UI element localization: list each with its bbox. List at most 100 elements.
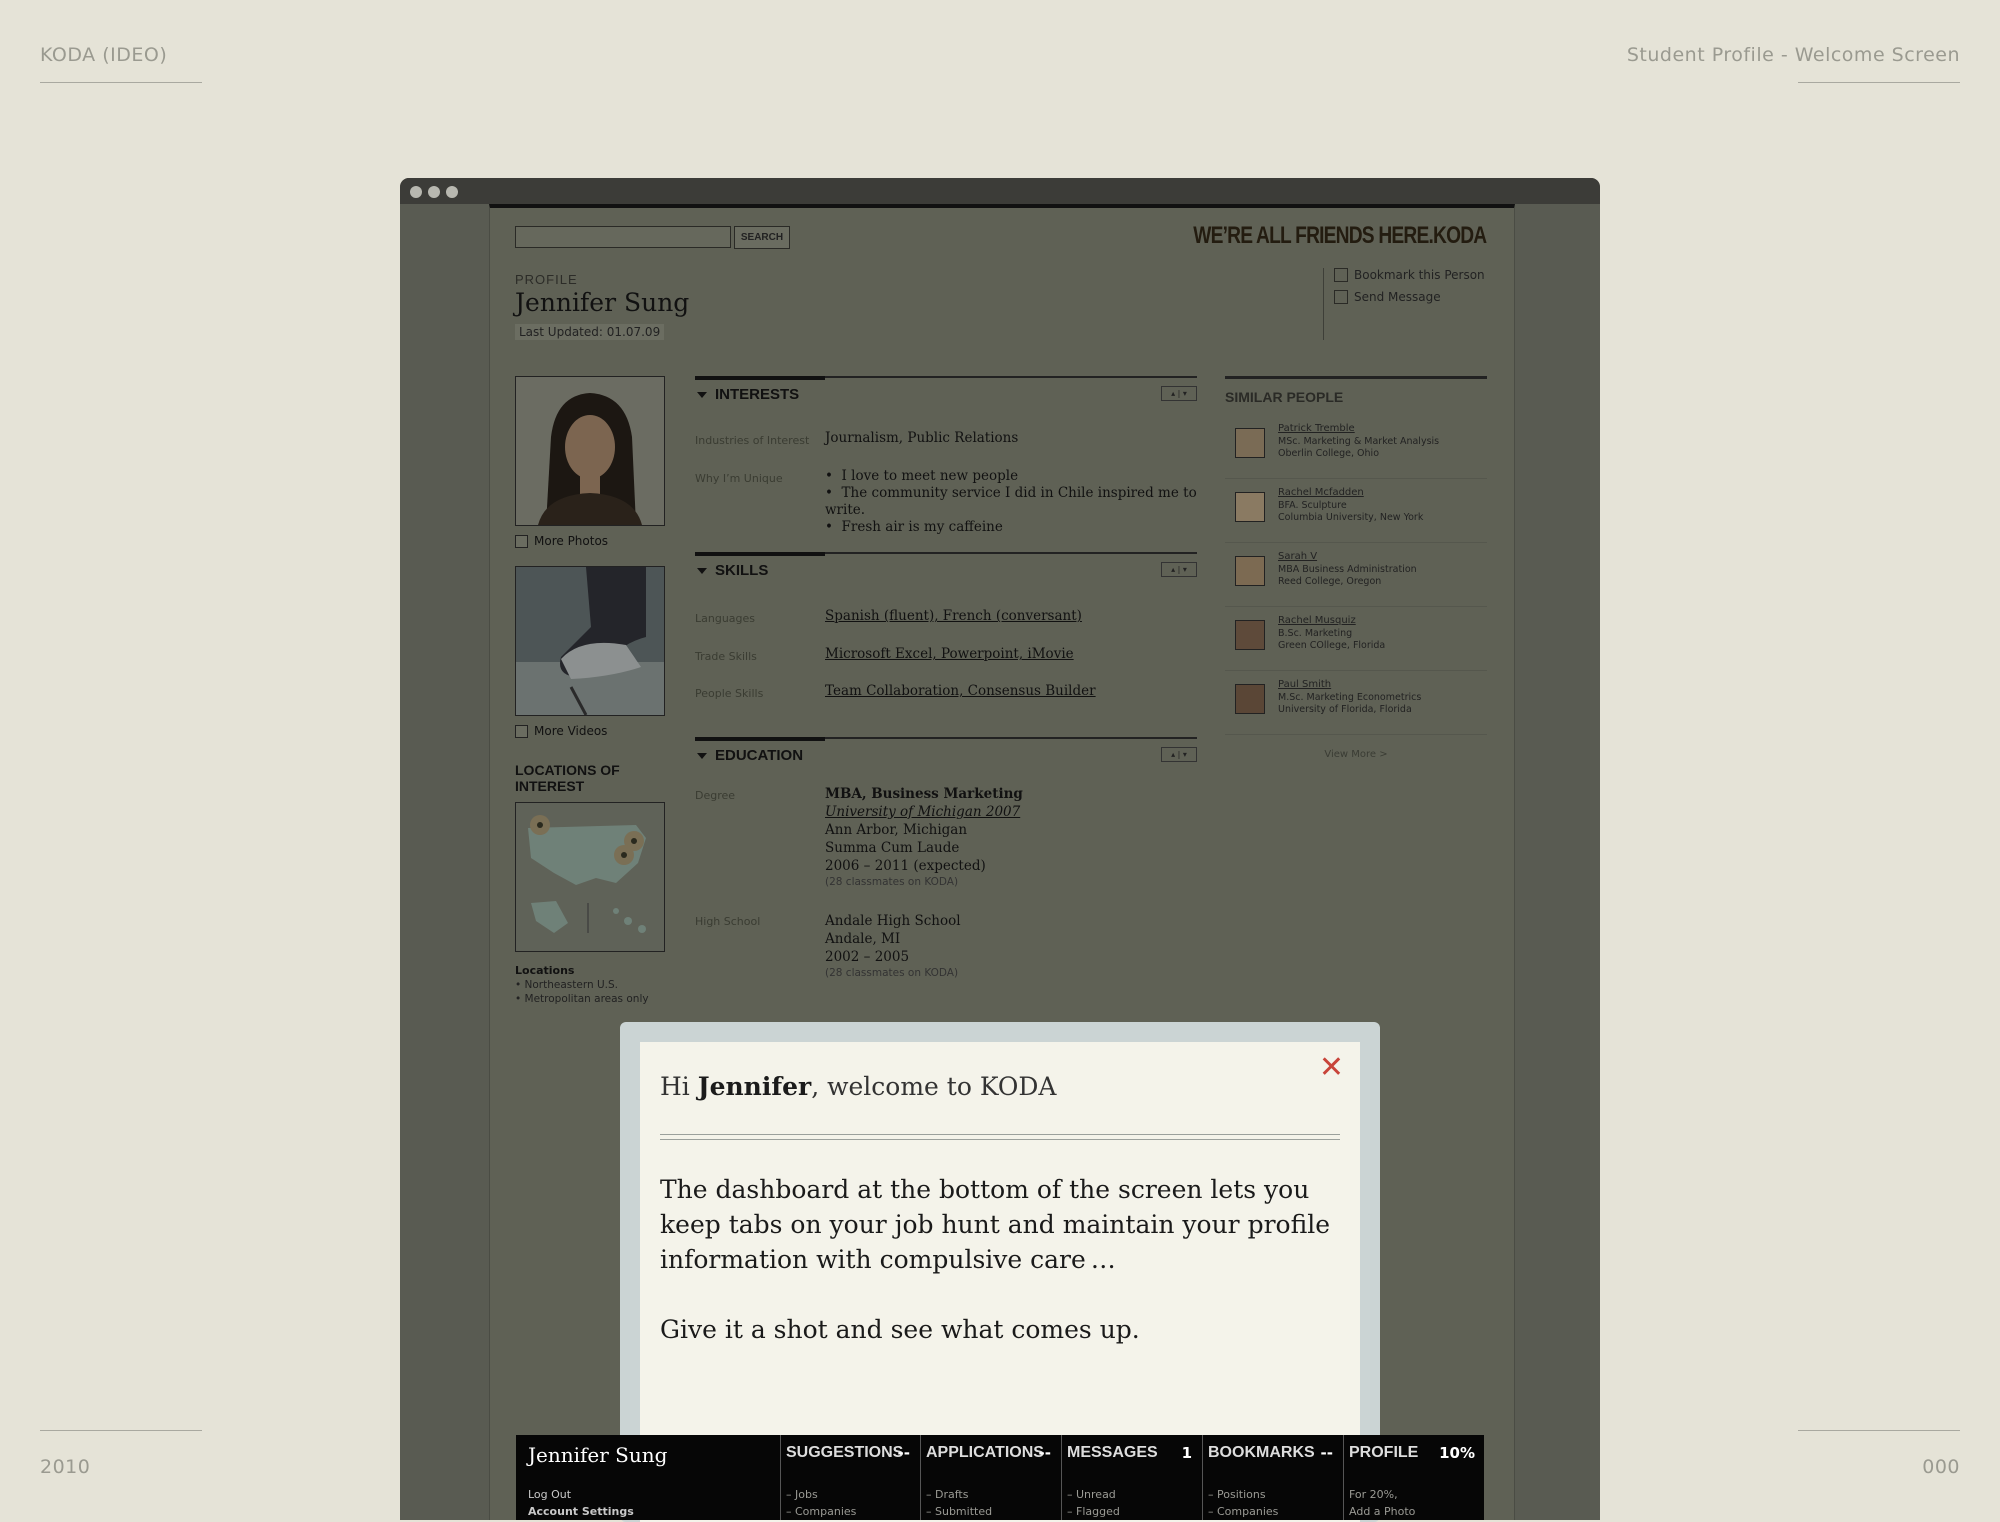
zoom-window-icon[interactable] <box>446 186 458 198</box>
account-settings-link[interactable]: Account Settings <box>528 1505 634 1518</box>
search-button[interactable]: SEARCH <box>734 226 790 249</box>
tab-suggestions[interactable]: SUGGESTIONS -- – Jobs – Companies <box>780 1435 920 1520</box>
row-label: High School <box>695 915 761 928</box>
tab-count: -- <box>1320 1444 1333 1462</box>
section-controls[interactable]: ▴ | ▾ <box>1161 386 1197 401</box>
locations-label: Locations <box>515 964 575 977</box>
avatar[interactable] <box>1235 492 1265 522</box>
tab-applications[interactable]: APPLICATIONS -- – Drafts – Submitted <box>920 1435 1061 1520</box>
view-more-link[interactable]: View More > <box>1225 749 1487 760</box>
person-name[interactable]: Paul Smith <box>1278 679 1331 690</box>
similar-people: SIMILAR PEOPLE Patrick Tremble MSc. Marke… <box>1225 376 1487 760</box>
person-name[interactable]: Patrick Tremble <box>1278 423 1355 434</box>
tab-sublink[interactable]: For 20%, <box>1349 1488 1398 1501</box>
tab-count: 10% <box>1439 1444 1475 1462</box>
profile-label: PROFILE <box>515 272 578 287</box>
divider <box>40 82 202 83</box>
tab-messages[interactable]: MESSAGES 1 – Unread – Flagged <box>1061 1435 1202 1520</box>
row-value[interactable]: Microsoft Excel, Powerpoint, iMovie <box>825 646 1074 662</box>
welcome-heading: Hi Jennifer, welcome to KODA <box>660 1072 1057 1101</box>
divider <box>1798 1430 1960 1431</box>
collapse-triangle-icon[interactable] <box>697 568 707 574</box>
message-paragraph: Give it a shot and see what comes up. <box>660 1315 1140 1344</box>
avatar[interactable] <box>1235 620 1265 650</box>
tab-sublink[interactable]: Add a Photo <box>1349 1505 1415 1518</box>
tab-count: -- <box>1038 1444 1051 1462</box>
divider <box>40 1430 202 1431</box>
collapse-triangle-icon[interactable] <box>697 392 707 398</box>
section-title: INTERESTS <box>715 386 800 403</box>
avatar[interactable] <box>1235 428 1265 458</box>
list-item[interactable]: Rachel Mcfadden BFA. Sculpture Columbia Un… <box>1225 479 1487 543</box>
person-name[interactable]: Sarah V <box>1278 551 1317 562</box>
highschool-details: Andale High School Andale, MI 2002 – 200… <box>825 913 961 979</box>
list-item[interactable]: Rachel Musquiz B.Sc. Marketing Green COlle… <box>1225 607 1487 671</box>
person-name[interactable]: Rachel Mcfadden <box>1278 487 1364 498</box>
tab-sublink[interactable]: – Positions <box>1208 1488 1266 1501</box>
send-message-link[interactable]: Send Message <box>1334 290 1485 304</box>
list-item: • The community service I did in Chile i… <box>825 485 1197 518</box>
list-item[interactable]: Paul Smith M.Sc. Marketing Econometrics Un… <box>1225 671 1487 735</box>
skills-header[interactable]: SKILLS ▴ | ▾ <box>695 552 1197 586</box>
tab-sublink[interactable]: – Flagged <box>1067 1505 1120 1518</box>
tab-sublink[interactable]: – Companies <box>1208 1505 1278 1518</box>
locations-map[interactable] <box>515 802 665 952</box>
tab-sublink[interactable]: – Companies <box>786 1505 856 1518</box>
search-input[interactable] <box>515 226 731 248</box>
section-title: EDUCATION <box>715 747 804 764</box>
tab-sublink[interactable]: – Submitted <box>926 1505 992 1518</box>
tab-title: SUGGESTIONS <box>786 1444 904 1461</box>
collapse-triangle-icon[interactable] <box>697 753 707 759</box>
profile-actions: Bookmark this Person Send Message <box>1323 268 1485 340</box>
degree-details: MBA, Business Marketing University of Mi… <box>825 786 1023 888</box>
minimize-window-icon[interactable] <box>428 186 440 198</box>
more-photos-link[interactable]: More Photos <box>515 534 665 548</box>
row-label: Degree <box>695 789 736 802</box>
close-window-icon[interactable] <box>410 186 422 198</box>
avatar[interactable] <box>1235 684 1265 714</box>
row-value[interactable]: Spanish (fluent), French (conversant) <box>825 608 1082 624</box>
list-item: • I love to meet new people <box>825 468 1019 484</box>
more-videos-link[interactable]: More Videos <box>515 724 665 738</box>
doc-title: KODA (IDEO) <box>40 44 168 66</box>
close-icon[interactable]: ✕ <box>1319 1050 1344 1085</box>
message-paragraph: The dashboard at the bottom of the scree… <box>660 1175 1331 1274</box>
tab-bookmarks[interactable]: BOOKMARKS -- – Positions – Companies <box>1202 1435 1343 1520</box>
dashboard-bar: Jennifer Sung Log Out Account Settings S… <box>516 1435 1484 1520</box>
row-value[interactable]: Team Collaboration, Consensus Builder <box>825 683 1096 699</box>
section-title: SIMILAR PEOPLE <box>1225 376 1487 405</box>
location-item: • Metropolitan areas only <box>515 993 649 1005</box>
section-title: SKILLS <box>715 562 769 579</box>
media-column: More Photos More Videos LOCATIONS OF INT… <box>515 376 665 1005</box>
tab-sublink[interactable]: – Unread <box>1067 1488 1116 1501</box>
tab-title: PROFILE <box>1349 1444 1419 1461</box>
interests-header[interactable]: INTERESTS ▴ | ▾ <box>695 376 1197 410</box>
row-label: Trade Skills <box>695 650 757 663</box>
list-item[interactable]: Sarah V MBA Business Administration Reed C… <box>1225 543 1487 607</box>
avatar[interactable] <box>1235 556 1265 586</box>
tab-profile[interactable]: PROFILE 10% For 20%, Add a Photo <box>1343 1435 1485 1520</box>
row-label: Languages <box>695 612 756 625</box>
divider <box>1798 82 1960 83</box>
section-controls[interactable]: ▴ | ▾ <box>1161 747 1197 762</box>
last-updated: Last Updated: 01.07.09 <box>515 324 665 340</box>
list-item[interactable]: Patrick Tremble MSc. Marketing & Market A… <box>1225 415 1487 479</box>
profile-photo[interactable] <box>515 376 665 526</box>
location-item: • Northeastern U.S. <box>515 979 618 991</box>
tab-sublink[interactable]: – Jobs <box>786 1488 818 1501</box>
tab-count: -- <box>897 1444 910 1462</box>
divider <box>660 1134 1340 1140</box>
log-out-link[interactable]: Log Out <box>528 1488 571 1501</box>
page-number: 000 <box>1922 1456 1960 1478</box>
education-header[interactable]: EDUCATION ▴ | ▾ <box>695 737 1197 771</box>
skills-section: SKILLS ▴ | ▾ Languages Spanish (fluent),… <box>695 552 1197 732</box>
section-controls[interactable]: ▴ | ▾ <box>1161 562 1197 577</box>
bookmark-person-link[interactable]: Bookmark this Person <box>1334 268 1485 282</box>
person-name[interactable]: Rachel Musquiz <box>1278 615 1356 626</box>
tab-sublink[interactable]: – Drafts <box>926 1488 968 1501</box>
dashboard-user-name: Jennifer Sung <box>528 1443 668 1467</box>
photo-icon <box>515 534 528 548</box>
video-thumbnail[interactable] <box>515 566 665 716</box>
locations-heading: LOCATIONS OF INTEREST <box>515 762 620 794</box>
row-label: Industries of Interest <box>695 434 810 447</box>
